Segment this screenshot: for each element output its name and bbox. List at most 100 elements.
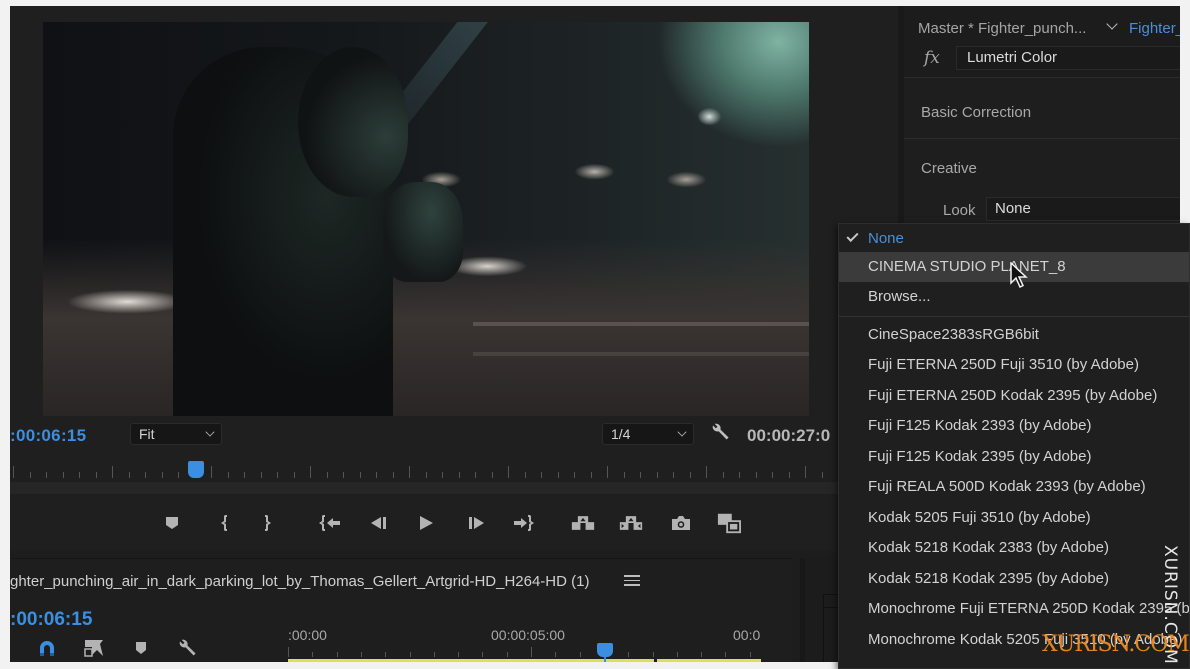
step-forward-button[interactable] bbox=[465, 511, 489, 535]
menu-item-label: Fuji REALA 500D Kodak 2393 (by Adobe) bbox=[868, 478, 1146, 495]
video-preview[interactable] bbox=[43, 22, 809, 416]
chevron-down-icon bbox=[205, 427, 215, 437]
ruler-tick bbox=[821, 472, 823, 478]
add-marker-button[interactable] bbox=[160, 511, 184, 535]
playback-resolution-select[interactable]: 1/4 bbox=[602, 423, 694, 445]
snap-magnet-icon bbox=[40, 641, 54, 656]
menu-item[interactable]: Fuji ETERNA 250D Fuji 3510 (by Adobe) bbox=[839, 350, 1189, 380]
ruler-tick bbox=[409, 466, 410, 478]
ruler-label-10s: 00:0 bbox=[733, 627, 761, 643]
menu-item[interactable]: Kodak 5218 Kodak 2383 (by Adobe) bbox=[839, 533, 1189, 563]
menu-item-none[interactable]: None bbox=[839, 224, 1189, 254]
zoom-level-select[interactable]: Fit bbox=[130, 423, 222, 445]
settings-button[interactable] bbox=[710, 423, 730, 443]
active-clip-tab[interactable]: Fighter_ bbox=[1129, 20, 1180, 37]
work-area-bar-2[interactable] bbox=[657, 659, 761, 662]
timeline-panel: ghter_punching_air_in_dark_parking_lot_b… bbox=[10, 558, 793, 662]
transport-controls bbox=[10, 506, 898, 540]
step-forward-icon bbox=[469, 517, 484, 529]
mark-out-button[interactable] bbox=[256, 511, 280, 535]
fighter-head bbox=[298, 47, 408, 197]
ruler-tick bbox=[524, 472, 526, 478]
menu-item[interactable]: Fuji ETERNA 250D Kodak 2395 (by Adobe) bbox=[839, 381, 1189, 411]
ruler-tick bbox=[656, 472, 658, 478]
ruler-tick bbox=[541, 472, 542, 478]
linked-selection-button[interactable] bbox=[84, 639, 104, 662]
ruler-tick bbox=[508, 466, 509, 478]
chevron-down-icon[interactable] bbox=[1106, 18, 1118, 30]
monitor-scrub-bar[interactable] bbox=[10, 482, 898, 494]
ruler-tick bbox=[425, 472, 427, 478]
fx-icon[interactable]: fx bbox=[924, 48, 940, 68]
playhead-timecode[interactable]: :00:06:15 bbox=[10, 426, 86, 446]
timeline-timecode[interactable]: :00:06:15 bbox=[10, 609, 92, 631]
play-button[interactable] bbox=[414, 511, 438, 535]
sequence-tab[interactable]: ghter_punching_air_in_dark_parking_lot_b… bbox=[10, 573, 589, 590]
timeline-tick bbox=[506, 652, 508, 657]
ruler-tick bbox=[772, 472, 773, 478]
chevron-down-icon bbox=[677, 427, 687, 437]
menu-item-label: Kodak 5218 Kodak 2383 (by Adobe) bbox=[868, 539, 1110, 556]
menu-item-label: Fuji F125 Kodak 2395 (by Adobe) bbox=[868, 448, 1092, 465]
look-select[interactable]: None bbox=[986, 197, 1180, 221]
ruler-tick bbox=[689, 472, 691, 478]
timeline-tick bbox=[482, 652, 484, 657]
playhead-handle[interactable] bbox=[187, 461, 204, 478]
ruler-tick bbox=[590, 472, 592, 478]
monitor-time-ruler[interactable] bbox=[10, 456, 898, 494]
duration-timecode: 00:00:27:0 bbox=[747, 426, 831, 445]
menu-separator bbox=[839, 316, 1189, 317]
ruler-tick bbox=[673, 472, 674, 478]
creative-section-header[interactable]: Creative bbox=[921, 160, 977, 177]
lift-button[interactable] bbox=[571, 511, 595, 535]
snap-button[interactable] bbox=[38, 639, 56, 662]
ruler-tick bbox=[343, 472, 344, 478]
menu-item-label: Kodak 5218 Kodak 2395 (by Adobe) bbox=[868, 570, 1110, 587]
master-clip-tab[interactable]: Master * Fighter_punch... bbox=[918, 20, 1086, 37]
comparison-view-icon bbox=[717, 513, 741, 534]
extract-icon bbox=[619, 516, 643, 530]
menu-item[interactable]: Fuji F125 Kodak 2393 (by Adobe) bbox=[839, 411, 1189, 441]
ruler-tick bbox=[574, 472, 575, 478]
go-to-in-icon bbox=[319, 515, 340, 531]
ruler-tick bbox=[260, 472, 262, 478]
meter-line bbox=[823, 608, 824, 662]
menu-item[interactable]: Fuji REALA 500D Kodak 2393 (by Adobe) bbox=[839, 472, 1189, 502]
menu-item[interactable]: CineSpace2383sRGB6bit bbox=[839, 320, 1189, 350]
timeline-tick bbox=[336, 652, 338, 657]
ruler-tick bbox=[62, 472, 64, 478]
effect-select[interactable]: Lumetri Color bbox=[956, 46, 1180, 70]
timeline-ruler-ticks[interactable] bbox=[288, 647, 762, 657]
wrench-icon bbox=[712, 423, 729, 440]
menu-item[interactable]: Kodak 5218 Kodak 2395 (by Adobe) bbox=[839, 564, 1189, 594]
go-to-out-button[interactable] bbox=[512, 511, 536, 535]
menu-item-label: Fuji ETERNA 250D Kodak 2395 (by Adobe) bbox=[868, 387, 1158, 404]
play-icon bbox=[420, 516, 433, 530]
marker-icon bbox=[166, 517, 178, 529]
menu-item-label: Kodak 5205 Fuji 3510 (by Adobe) bbox=[868, 509, 1091, 526]
menu-item[interactable]: Monochrome Fuji ETERNA 250D Kodak 2395 (… bbox=[839, 594, 1189, 624]
timeline-tick bbox=[409, 652, 411, 657]
basic-correction-section[interactable]: Basic Correction bbox=[904, 82, 1180, 139]
step-back-button[interactable] bbox=[366, 511, 390, 535]
timeline-settings-button[interactable] bbox=[177, 639, 197, 662]
menu-item[interactable]: Kodak 5205 Fuji 3510 (by Adobe) bbox=[839, 503, 1189, 533]
extract-button[interactable] bbox=[619, 511, 643, 535]
menu-item-label: Browse... bbox=[868, 288, 931, 305]
ruler-tick bbox=[755, 472, 757, 478]
ruler-tick bbox=[442, 472, 443, 478]
comparison-view-button[interactable] bbox=[717, 511, 741, 535]
mark-in-button[interactable] bbox=[212, 511, 236, 535]
menu-item-label: Fuji ETERNA 250D Fuji 3510 (by Adobe) bbox=[868, 356, 1139, 373]
export-frame-button[interactable] bbox=[669, 511, 693, 535]
timeline-tick bbox=[312, 652, 314, 657]
work-area-bar[interactable] bbox=[288, 659, 654, 662]
ruler-tick bbox=[178, 472, 179, 478]
ruler-tick bbox=[706, 466, 707, 478]
panel-menu-button[interactable] bbox=[624, 572, 640, 588]
menu-item-label: CineSpace2383sRGB6bit bbox=[868, 326, 1039, 343]
menu-item[interactable]: Fuji F125 Kodak 2395 (by Adobe) bbox=[839, 442, 1189, 472]
add-marker-button[interactable] bbox=[135, 641, 147, 660]
ruler-label-5s: 00:00:05:00 bbox=[491, 627, 565, 643]
go-to-in-button[interactable] bbox=[318, 511, 342, 535]
